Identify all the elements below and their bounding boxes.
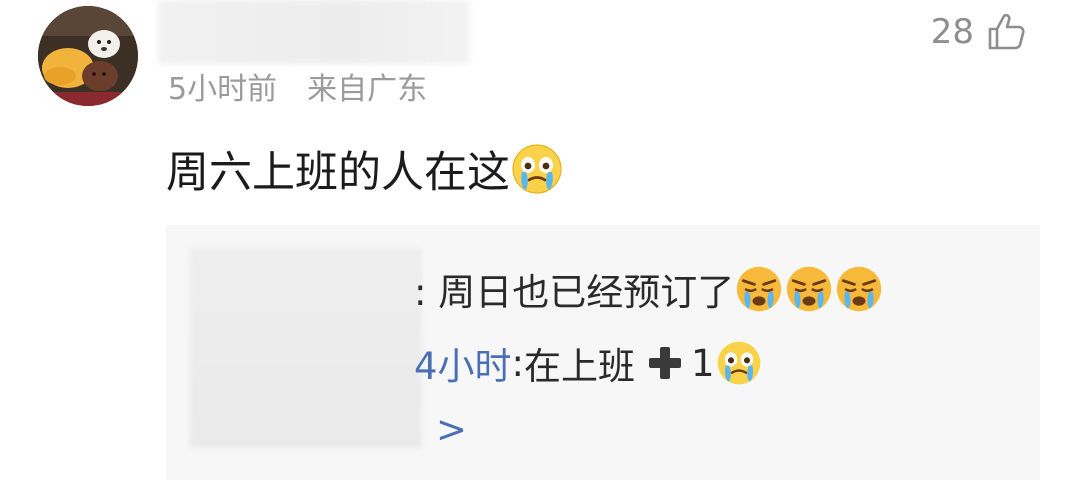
reply-author-partial[interactable]: 4小时 bbox=[414, 336, 512, 390]
username-redacted[interactable] bbox=[158, 0, 470, 64]
angry-crying-face-emoji bbox=[784, 264, 834, 314]
comment-location: 来自广东 bbox=[307, 72, 428, 107]
comment-time: 5小时前 bbox=[168, 72, 278, 107]
like-button[interactable]: 28 bbox=[931, 10, 1028, 54]
like-count: 28 bbox=[930, 12, 974, 52]
crying-face-emoji bbox=[510, 142, 564, 196]
reply-usernames-redacted bbox=[190, 248, 422, 448]
reply-item[interactable]: : 周日也已经预订了 bbox=[414, 262, 884, 316]
avatar[interactable] bbox=[38, 6, 138, 106]
angry-crying-face-emoji bbox=[834, 264, 884, 314]
comment-body: 周六上班的人在这 bbox=[166, 148, 510, 198]
avatar-image bbox=[38, 6, 138, 106]
reply-text: : 周日也已经预订了 bbox=[414, 271, 735, 314]
comment-text: 周六上班的人在这 bbox=[166, 138, 564, 200]
chevron-right-icon: > bbox=[436, 408, 468, 451]
reply-item[interactable]: 4小时: 在上班 1 bbox=[414, 336, 763, 390]
comment-meta: 5小时前 来自广东 bbox=[168, 64, 427, 108]
reply-separator: : bbox=[511, 341, 525, 385]
crying-face-emoji bbox=[715, 339, 763, 387]
angry-crying-face-emoji bbox=[734, 264, 784, 314]
reply-suffix: 1 bbox=[691, 341, 715, 385]
plus-icon bbox=[645, 343, 685, 383]
thumbs-up-icon bbox=[984, 10, 1028, 54]
reply-text: 在上班 bbox=[524, 345, 636, 388]
